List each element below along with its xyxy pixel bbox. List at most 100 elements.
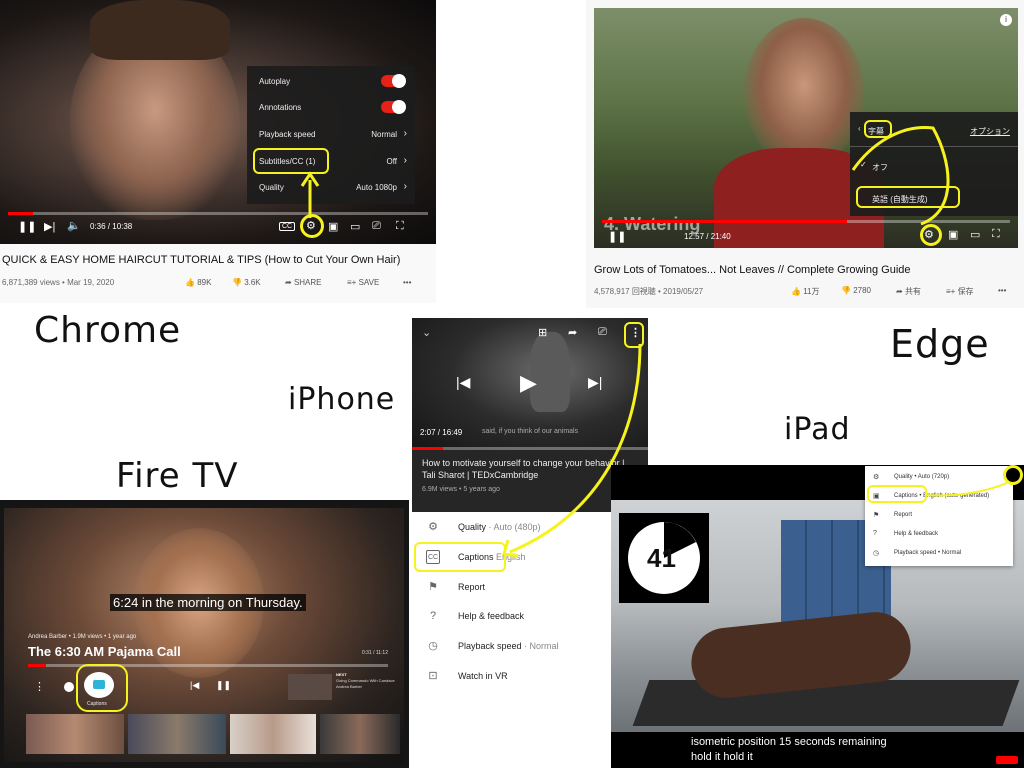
cast-icon[interactable]: ⎚	[598, 326, 607, 339]
collapse-icon[interactable]: ⌄	[422, 326, 431, 339]
menu-row-playback-speed[interactable]: ◷ Playback speed • Normal	[865, 544, 1013, 563]
iphone-time: 2:07 / 16:49	[420, 428, 463, 437]
annotations-toggle[interactable]	[381, 100, 406, 114]
chrome-video-meta: 6,871,389 views • Mar 19, 2020	[2, 278, 115, 287]
chrome-time: 0:36 / 10:38	[90, 222, 133, 231]
firetv-channel: Andrea Barber • 1.9M views • 1 year ago	[28, 634, 137, 640]
arrow-annotation	[851, 126, 950, 226]
vr-icon: ⊡	[428, 670, 438, 682]
edge-video-meta: 4,578,917 回視聴 • 2019/05/27	[594, 287, 704, 296]
like-button[interactable]: 👍 11万	[791, 286, 820, 297]
save-button[interactable]: ≡+ SAVE	[347, 278, 379, 287]
previous-icon[interactable]: |◀	[456, 374, 470, 391]
youtube-logo	[996, 756, 1018, 764]
help-icon: ?	[429, 610, 437, 622]
highlight-captions	[76, 664, 128, 712]
label-firetv: Fire TV	[116, 456, 239, 496]
menu-label: Playback speed • Normal	[894, 550, 962, 556]
caption-text: in the morning on Thursday.	[138, 595, 303, 610]
pause-icon[interactable]: ❚❚	[18, 220, 36, 233]
playback-speed-icon: ◷	[873, 550, 880, 557]
menu-label: Help & feedback	[894, 531, 939, 537]
chevron-right-icon: ›	[403, 128, 407, 139]
thumbnail[interactable]	[128, 714, 226, 754]
autoplay-toggle[interactable]	[381, 74, 406, 88]
more-button[interactable]: •••	[998, 286, 1006, 295]
dislike-count: 2780	[853, 286, 871, 295]
gear-icon: ⚙	[428, 521, 438, 533]
edge-screenshot: i ‹ 字幕 オプション ✓ オフ 英語 (自動生成) 4. Watering …	[586, 0, 1024, 308]
progress-fill	[28, 664, 46, 667]
menu-label: Report	[894, 512, 913, 518]
dislike-button[interactable]: 👎 2780	[841, 286, 871, 295]
chevron-right-icon: ›	[403, 181, 407, 192]
progress-fill	[602, 220, 847, 223]
cast-icon[interactable]: ⎚	[372, 220, 381, 233]
arrow-annotation	[300, 171, 320, 218]
thumbnail[interactable]	[230, 714, 316, 754]
firetv-screenshot: 6:24 in the morning on Thursday. Andrea …	[0, 500, 409, 768]
edge-time: 12:57 / 21:40	[684, 232, 731, 241]
ipad-screenshot: 41 ⚙ Quality • Auto (720p) ▣ Captions • …	[611, 465, 1024, 768]
volume-icon[interactable]: 🔈	[67, 219, 81, 232]
like-count: 89K	[197, 278, 212, 287]
menu-row-annotations[interactable]: Annotations	[247, 94, 415, 120]
menu-row-report[interactable]: ⚑ Report	[865, 506, 1013, 525]
chrome-video-player[interactable]: Autoplay Annotations Playback speed Norm…	[0, 0, 436, 244]
ipad-caption: isometric position 15 seconds remaining …	[691, 735, 887, 765]
menu-label: Help & feedback	[458, 611, 525, 621]
fullscreen-icon[interactable]: ⛶	[396, 220, 404, 233]
share-button[interactable]: ➦ 共有	[896, 286, 921, 297]
fullscreen-icon[interactable]: ⛶	[992, 228, 1000, 241]
timer-count: 41	[647, 543, 676, 573]
next-icon[interactable]: ▶|	[44, 220, 55, 233]
chrome-video-title[interactable]: QUICK & EASY HOME HAIRCUT TUTORIAL & TIP…	[2, 254, 400, 266]
share-icon[interactable]: ➦	[568, 326, 577, 339]
save-button[interactable]: ≡+ 保存	[946, 286, 974, 297]
thumbnail[interactable]	[320, 714, 400, 754]
next-channel: Andrea Barber	[336, 684, 363, 689]
chrome-progress-bar[interactable]	[8, 212, 428, 215]
chevron-right-icon: ›	[403, 155, 407, 166]
menu-value: Auto 1080p	[356, 183, 397, 192]
pause-icon[interactable]: ❚❚	[608, 230, 626, 243]
arrow-annotation	[924, 482, 1008, 497]
theater-icon[interactable]: ▭	[350, 220, 360, 233]
previous-icon[interactable]: |◀	[190, 680, 199, 691]
miniplayer-icon[interactable]: ▣	[328, 220, 338, 233]
caption-box: 6:24 in the morning on Thursday.	[110, 594, 306, 611]
menu-sub: · Normal	[521, 641, 559, 651]
info-icon[interactable]: i	[1000, 14, 1012, 26]
share-label: SHARE	[293, 278, 322, 287]
progress-fill	[8, 212, 34, 215]
menu-value: Normal	[371, 130, 397, 139]
menu-label: Playback speed	[458, 641, 522, 651]
settings-menu: Autoplay Annotations Playback speed Norm…	[247, 66, 415, 204]
playback-speed-icon: ◷	[428, 640, 438, 652]
edge-video-title[interactable]: Grow Lots of Tomatoes... Not Leaves // C…	[594, 264, 911, 276]
save-label: SAVE	[358, 278, 380, 287]
pause-icon[interactable]: ❚❚	[216, 680, 231, 691]
captions-options-link[interactable]: オプション	[970, 126, 1010, 137]
theater-icon[interactable]: ▭	[970, 228, 980, 241]
menu-row-autoplay[interactable]: Autoplay	[247, 68, 415, 94]
up-next: NEXT Going Commando With Candace Andrea …	[336, 672, 395, 690]
menu-row-help[interactable]: ? Help & feedback	[865, 525, 1013, 544]
share-button[interactable]: ➦ SHARE	[285, 278, 322, 287]
captions-icon[interactable]: CC	[279, 222, 296, 231]
firetv-screen: 6:24 in the morning on Thursday. Andrea …	[4, 508, 404, 762]
firetv-duration: 0:31 / 11:12	[361, 650, 388, 656]
menu-row-playback-speed[interactable]: Playback speed Normal ›	[247, 121, 415, 147]
iphone-video-meta: 6.9M views • 5 years ago	[422, 486, 500, 493]
chrome-screenshot: Autoplay Annotations Playback speed Norm…	[0, 0, 436, 303]
thumbnail[interactable]	[26, 714, 124, 754]
add-to-playlist-icon[interactable]: ⊞	[538, 326, 547, 339]
like-button[interactable]: 👍 89K	[185, 278, 211, 287]
more-button[interactable]: •••	[403, 278, 411, 287]
more-vertical-icon[interactable]: ⋮	[34, 680, 45, 693]
dislike-button[interactable]: 👎 3.6K	[232, 278, 261, 287]
caption-time: 6:24	[113, 595, 139, 610]
next-thumbnail[interactable]	[288, 674, 332, 700]
menu-row-quality[interactable]: Quality Auto 1080p ›	[247, 174, 415, 200]
hair	[90, 0, 230, 60]
